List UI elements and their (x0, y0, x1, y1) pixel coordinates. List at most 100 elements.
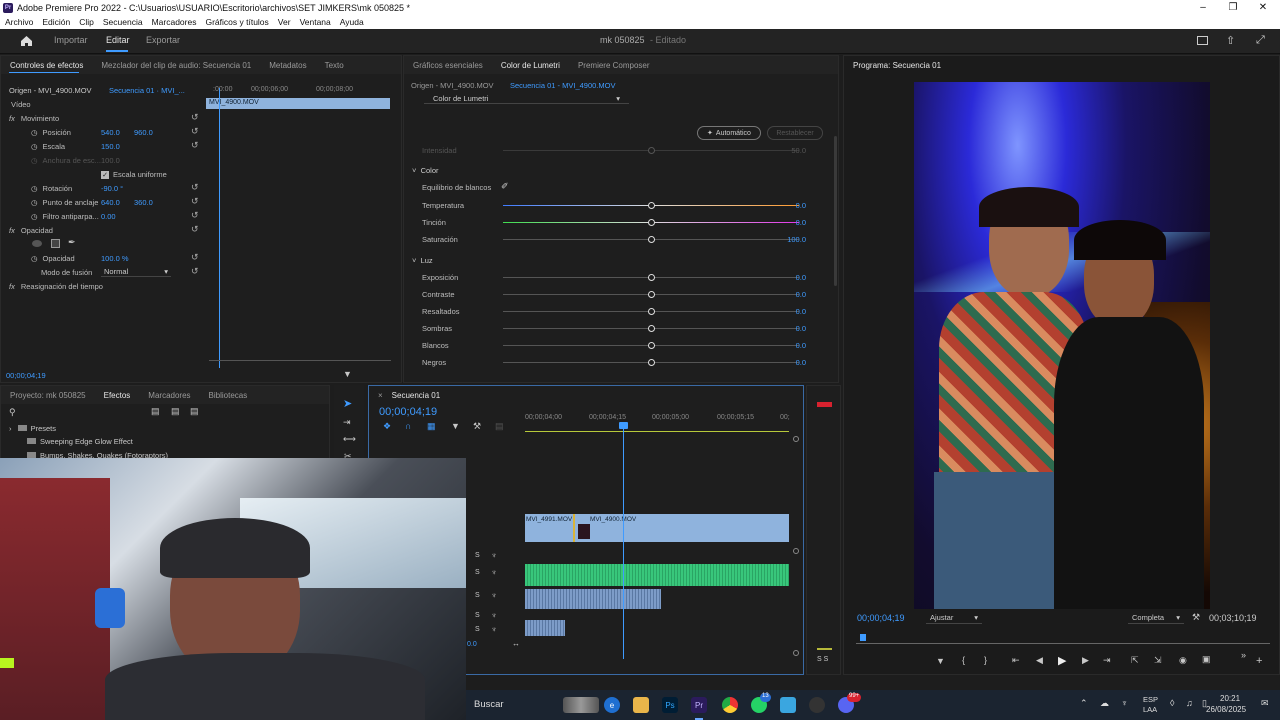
insert-icon[interactable]: ❖ (383, 421, 391, 432)
shadows-slider[interactable] (648, 325, 655, 332)
clock-date[interactable]: 26/08/2025 (1206, 705, 1246, 714)
solo-button[interactable]: S (475, 612, 480, 619)
tab-effects[interactable]: Efectos (95, 391, 140, 400)
auto-button[interactable]: ✦ Automático (697, 126, 761, 140)
menu-ventana[interactable]: Ventana (300, 17, 331, 27)
highlights-slider[interactable] (648, 308, 655, 315)
program-video-frame[interactable] (914, 82, 1210, 609)
lumetri-scrollbar[interactable] (834, 136, 837, 286)
tab-lumetri-color[interactable]: Color de Lumetri (492, 61, 569, 70)
light-section[interactable]: ˅ Luz (412, 256, 433, 265)
tab-sequence[interactable]: Secuencia 01 (392, 391, 449, 400)
menu-edicion[interactable]: Edición (42, 17, 70, 27)
stopwatch-icon[interactable]: ◷ (31, 142, 38, 151)
tab-text[interactable]: Texto (316, 61, 353, 70)
sequence-clip-label[interactable]: Secuencia 01 · MVI_... (109, 86, 185, 95)
clip-mvi-4991[interactable]: MVI_4991.MOV (525, 514, 573, 542)
menu-ver[interactable]: Ver (278, 17, 291, 27)
add-button-icon[interactable]: + (1256, 655, 1262, 667)
camera-icon[interactable]: ◉ (1179, 655, 1187, 666)
reset-icon[interactable]: ↺ (191, 182, 199, 193)
reset-icon[interactable]: ↺ (191, 196, 199, 207)
list-item[interactable]: Sweeping Edge Glow Effect (27, 437, 133, 446)
selection-tool-icon[interactable]: ➤ (343, 397, 352, 410)
taskbar-search[interactable]: Buscar (474, 699, 504, 710)
volume-icon[interactable]: ♫ (1186, 698, 1193, 708)
extract-icon[interactable]: ⇲ (1154, 655, 1162, 666)
home-icon[interactable] (20, 35, 33, 47)
stopwatch-icon[interactable]: ◷ (31, 184, 38, 193)
tab-premiere-composer[interactable]: Premiere Composer (569, 61, 659, 70)
app-icon[interactable] (809, 697, 825, 713)
search-icon[interactable]: ⚲ (9, 407, 16, 418)
notifications-icon[interactable]: ✉ (1261, 698, 1269, 709)
clip-indicator[interactable] (817, 402, 832, 407)
app-icon[interactable] (780, 697, 796, 713)
mark-in-icon[interactable]: { (962, 655, 965, 665)
reset-icon[interactable]: ↺ (191, 266, 199, 277)
anchor-x-value[interactable]: 640.0 (101, 198, 120, 207)
effect-timecode[interactable]: 00;00;04;19 (6, 371, 46, 380)
mic-icon[interactable]: ♆ (491, 551, 497, 560)
reset-button[interactable]: Restablecer (767, 126, 823, 140)
audio-clip-a3[interactable] (525, 620, 565, 636)
solo-button[interactable]: S (475, 626, 480, 633)
chrome-icon[interactable] (722, 697, 738, 713)
time-remap-effect[interactable]: fx Reasignación del tiempo (9, 280, 103, 293)
cloud-icon[interactable]: ☁ (1100, 698, 1109, 709)
stopwatch-icon[interactable]: ◷ (31, 254, 38, 263)
work-area-bar[interactable] (525, 431, 789, 432)
tab-metadata[interactable]: Metadatos (260, 61, 315, 70)
reset-icon[interactable]: ↺ (191, 140, 199, 151)
tab-import[interactable]: Importar (54, 35, 88, 45)
premiere-icon[interactable]: Pr (691, 697, 707, 713)
add-marker-icon[interactable]: ▼ (451, 421, 460, 431)
blend-mode-dropdown[interactable]: Normal ▾ (101, 266, 171, 277)
mic-icon[interactable]: ♆ (491, 611, 497, 620)
go-to-out-icon[interactable]: ⇥ (1103, 655, 1111, 666)
expand-icon[interactable]: ⤢ (1256, 34, 1265, 47)
program-scrubber[interactable] (856, 643, 1270, 644)
playhead-handle[interactable] (619, 422, 628, 429)
meter-solo-label[interactable]: S S (817, 656, 828, 663)
tab-export[interactable]: Exportar (146, 35, 180, 45)
motion-effect[interactable]: fx Movimiento (9, 112, 59, 125)
audio-clip-a2[interactable] (525, 589, 661, 609)
new-bin-icon[interactable]: ▤ (151, 406, 160, 417)
pen-mask-icon[interactable]: ✒ (68, 237, 76, 248)
more-icon[interactable]: » (1241, 650, 1246, 660)
edge-icon[interactable]: e (604, 697, 620, 713)
step-forward-icon[interactable]: ▶ (1082, 655, 1089, 666)
blacks-slider[interactable] (648, 359, 655, 366)
mic-icon[interactable]: ♆ (491, 625, 497, 634)
minimize-button[interactable]: – (1188, 0, 1218, 15)
lumetri-effect-dropdown[interactable]: Color de Lumetri ▾ (424, 93, 629, 104)
zoom-handle[interactable] (793, 548, 799, 554)
filter-icon[interactable]: ▼ (343, 369, 352, 379)
tab-project[interactable]: Proyecto: mk 050825 (1, 391, 95, 400)
rotation-value[interactable]: -90.0 ° (101, 184, 123, 193)
menu-graficos[interactable]: Gráficos y títulos (205, 17, 268, 27)
source-clip-label[interactable]: Origen - MVI_4900.MOV (9, 86, 92, 95)
scale-value[interactable]: 150.0 (101, 142, 120, 151)
solo-button[interactable]: S (475, 592, 480, 599)
mic-icon[interactable]: ♆ (1121, 698, 1128, 708)
contrast-slider[interactable] (648, 291, 655, 298)
reset-icon[interactable]: ↺ (191, 224, 199, 235)
checkbox-checked-icon[interactable]: ✓ (101, 170, 109, 179)
widget-icon[interactable] (563, 697, 599, 713)
temperature-slider[interactable] (648, 202, 655, 209)
new-bin-icon[interactable]: ▤ (190, 406, 199, 417)
zoom-handle[interactable] (793, 436, 799, 442)
menu-clip[interactable]: Clip (79, 17, 94, 27)
tab-essential-graphics[interactable]: Gráficos esenciales (404, 61, 492, 70)
clock-time[interactable]: 20:21 (1220, 694, 1240, 703)
reset-icon[interactable]: ↺ (191, 252, 199, 263)
program-timecode[interactable]: 00;00;04;19 (857, 613, 905, 623)
track-select-icon[interactable]: ⇥ (343, 417, 351, 428)
tab-program[interactable]: Programa: Secuencia 01 (844, 61, 950, 70)
anchor-y-value[interactable]: 360.0 (134, 198, 153, 207)
position-x-value[interactable]: 540.0 (101, 128, 120, 137)
lumetri-source[interactable]: Origen - MVI_4900.MOV (411, 81, 494, 90)
solo-button[interactable]: S (475, 552, 480, 559)
